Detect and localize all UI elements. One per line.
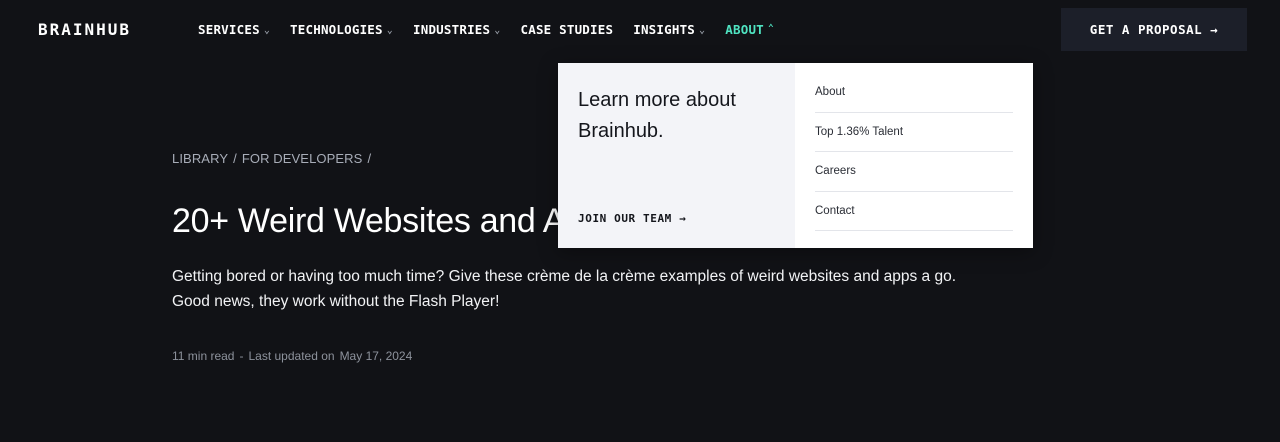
article-intro: Getting bored or having too much time? G… xyxy=(172,268,957,310)
about-dropdown-menu: Learn more about Brainhub. JOIN OUR TEAM… xyxy=(558,63,1033,248)
dropdown-links-panel: About Top 1.36% Talent Careers Contact xyxy=(795,63,1033,248)
arrow-right-icon: → xyxy=(1210,22,1219,37)
nav-insights[interactable]: INSIGHTS ⌄ xyxy=(633,22,705,37)
nav-case-studies[interactable]: CASE STUDIES xyxy=(521,22,614,37)
chevron-down-icon: ⌄ xyxy=(494,25,501,36)
nav-industries[interactable]: INDUSTRIES ⌄ xyxy=(413,22,501,37)
nav-technologies-label: TECHNOLOGIES xyxy=(290,22,383,37)
article-meta: 11 min read - Last updated on May 17, 20… xyxy=(172,349,412,363)
breadcrumb: LIBRARY / FOR DEVELOPERS / xyxy=(172,151,376,166)
updated-date: May 17, 2024 xyxy=(339,349,413,363)
breadcrumb-separator: / xyxy=(233,151,237,166)
arrow-right-icon: → xyxy=(679,212,687,225)
breadcrumb-library[interactable]: LIBRARY xyxy=(172,151,228,166)
breadcrumb-for-developers[interactable]: FOR DEVELOPERS xyxy=(242,151,363,166)
join-our-team-label: JOIN OUR TEAM xyxy=(578,212,672,225)
page-title: 20+ Weird Websites and Apps xyxy=(172,202,620,240)
nav-technologies[interactable]: TECHNOLOGIES ⌄ xyxy=(290,22,393,37)
breadcrumb-separator: / xyxy=(367,151,372,166)
chevron-down-icon: ⌄ xyxy=(699,25,706,36)
updated-label: Last updated on xyxy=(248,349,335,363)
dropdown-link-top-talent[interactable]: Top 1.36% Talent xyxy=(815,113,1013,152)
dropdown-promo-panel: Learn more about Brainhub. JOIN OUR TEAM… xyxy=(558,63,795,248)
nav-services[interactable]: SERVICES ⌄ xyxy=(198,22,270,37)
dropdown-link-about[interactable]: About xyxy=(815,73,1013,113)
join-our-team-link[interactable]: JOIN OUR TEAM → xyxy=(578,212,686,225)
chevron-down-icon: ⌄ xyxy=(386,25,393,36)
nav-about[interactable]: ABOUT ⌃ xyxy=(725,22,774,37)
get-a-proposal-button[interactable]: GET A PROPOSAL → xyxy=(1061,8,1247,51)
nav-about-label: ABOUT xyxy=(725,22,764,37)
dropdown-link-careers[interactable]: Careers xyxy=(815,152,1013,192)
chevron-up-icon: ⌃ xyxy=(767,23,775,34)
nav-insights-label: INSIGHTS xyxy=(633,22,696,37)
chevron-down-icon: ⌄ xyxy=(263,25,271,36)
nav-case-studies-label: CASE STUDIES xyxy=(520,22,614,37)
dropdown-link-contact[interactable]: Contact xyxy=(815,192,1013,231)
nav-services-label: SERVICES xyxy=(198,22,260,37)
get-a-proposal-label: GET A PROPOSAL xyxy=(1089,22,1203,37)
main-nav: SERVICES ⌄ TECHNOLOGIES ⌄ INDUSTRIES ⌄ C… xyxy=(198,22,794,37)
brainhub-logo[interactable]: BRAINHUB xyxy=(38,20,131,39)
meta-separator: - xyxy=(239,349,244,363)
nav-industries-label: INDUSTRIES xyxy=(413,22,491,37)
read-time: 11 min read xyxy=(172,349,235,363)
dropdown-heading: Learn more about Brainhub. xyxy=(578,89,736,142)
